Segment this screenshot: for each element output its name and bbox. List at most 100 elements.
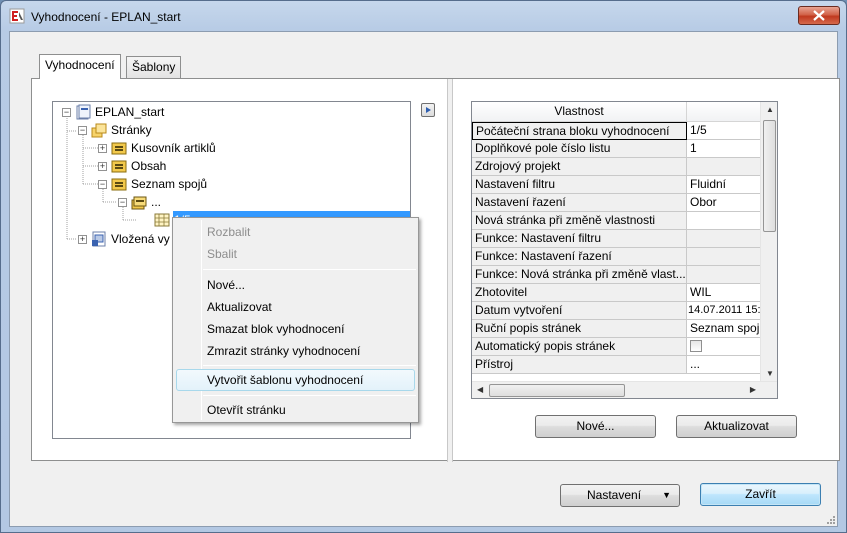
title-bar[interactable]: Vyhodnocení - EPLAN_start <box>1 1 846 31</box>
scroll-right-icon[interactable]: ▶ <box>750 385 756 394</box>
tree-node-project[interactable]: − EPLAN_start <box>62 103 164 121</box>
property-name[interactable]: Nová stránka při změně vlastnosti <box>472 212 687 230</box>
tab-sablony[interactable]: Šablony <box>126 56 182 78</box>
property-name[interactable]: Přístroj <box>472 356 687 374</box>
project-icon <box>76 104 91 120</box>
play-right-icon <box>426 107 431 113</box>
collapse-icon[interactable]: − <box>78 125 87 135</box>
tab-panel: − EPLAN_start − Stránky + Kusovník artik… <box>31 78 840 462</box>
property-name[interactable]: Nastavení filtru <box>472 176 687 194</box>
scroll-up-icon[interactable]: ▲ <box>766 105 774 114</box>
grid-horizontal-scrollbar[interactable]: ◀ ▶ <box>472 381 777 398</box>
tree-label-connections: Seznam spojů <box>131 177 208 191</box>
embedded-report-icon <box>92 231 106 247</box>
grid-row[interactable]: Funkce: Nastavení řazení <box>472 248 777 266</box>
grid-row[interactable]: Funkce: Nastavení filtru <box>472 230 777 248</box>
expand-icon[interactable]: + <box>98 143 107 153</box>
panel-splitter[interactable] <box>447 79 453 462</box>
grid-row[interactable]: Ruční popis stránek Seznam spojů <box>472 320 777 338</box>
property-name[interactable]: Počáteční strana bloku vyhodnocení <box>472 122 687 140</box>
property-name[interactable]: Zhotovitel <box>472 284 687 302</box>
expand-icon[interactable]: + <box>98 161 107 171</box>
grid-row[interactable]: Funkce: Nová stránka při změně vlast... <box>472 266 777 284</box>
tree-label-pages: Stránky <box>111 123 152 137</box>
folder-report-icon <box>111 160 127 173</box>
tree-node-pages[interactable]: − Stránky <box>78 121 152 139</box>
tab-vyhodnoceni[interactable]: Vyhodnocení <box>39 54 121 79</box>
grid-row[interactable]: Zdrojový projekt <box>472 158 777 176</box>
close-button[interactable]: Zavřít <box>700 483 821 506</box>
collapse-icon[interactable]: − <box>98 179 107 189</box>
tree-node-sub[interactable]: − ... <box>118 193 161 211</box>
property-name[interactable]: Zdrojový projekt <box>472 158 687 176</box>
tree-node-connections[interactable]: − Seznam spojů <box>98 175 207 193</box>
property-name[interactable]: Nastavení řazení <box>472 194 687 212</box>
auto-page-description-checkbox[interactable] <box>690 340 702 352</box>
menu-item-create-template[interactable]: Vytvořit šablonu vyhodnocení <box>207 370 363 390</box>
column-header-property[interactable]: Vlastnost <box>472 102 687 122</box>
dialog-window: Vyhodnocení - EPLAN_start Vyhodnocení Ša… <box>0 0 847 533</box>
expand-icon[interactable]: + <box>78 234 87 244</box>
grid-row[interactable]: Přístroj ... <box>472 356 777 374</box>
property-name[interactable]: Funkce: Nastavení řazení <box>472 248 687 266</box>
settings-label: Nastavení <box>587 488 642 502</box>
tree-label-project: EPLAN_start <box>95 105 165 119</box>
menu-item-collapse[interactable]: Sbalit <box>207 244 237 264</box>
menu-separator <box>203 395 416 396</box>
grid-row[interactable]: Doplňkové pole číslo listu 1 <box>472 140 777 158</box>
settings-dropdown-button[interactable]: Nastavení ▼ <box>560 484 680 507</box>
horizontal-scroll-thumb[interactable] <box>489 384 625 397</box>
menu-item-freeze-pages[interactable]: Zmrazit stránky vyhodnocení <box>207 341 360 361</box>
collapse-icon[interactable]: − <box>118 197 127 207</box>
pages-icon <box>91 123 107 138</box>
property-name[interactable]: Datum vytvoření <box>472 302 687 320</box>
property-name[interactable]: Ruční popis stránek <box>472 320 687 338</box>
grid-row[interactable]: Nastavení filtru Fluidní <box>472 176 777 194</box>
menu-item-update[interactable]: Aktualizovat <box>207 297 272 317</box>
property-name[interactable]: Funkce: Nastavení filtru <box>472 230 687 248</box>
window-title: Vyhodnocení - EPLAN_start <box>31 10 181 24</box>
menu-separator <box>203 365 416 366</box>
folder-report-icon <box>111 142 127 155</box>
transfer-arrow-button[interactable] <box>421 103 435 117</box>
tree-node-parts-list[interactable]: + Kusovník artiklů <box>98 139 216 157</box>
folder-report-icon <box>111 178 127 191</box>
resize-grip-icon[interactable] <box>825 514 835 524</box>
grid-row[interactable]: Zhotovitel WIL <box>472 284 777 302</box>
scroll-left-icon[interactable]: ◀ <box>477 385 483 394</box>
grid-row[interactable]: Datum vytvoření 14.07.2011 15:44:3 <box>472 302 777 320</box>
stack-icon <box>131 196 147 210</box>
new-button[interactable]: Nové... <box>535 415 656 438</box>
grid-vertical-scrollbar[interactable]: ▲ ▼ <box>760 102 777 381</box>
window-close-button[interactable] <box>798 6 840 25</box>
vertical-scroll-thumb[interactable] <box>763 120 776 232</box>
grid-row[interactable]: Automatický popis stránek <box>472 338 777 356</box>
grid-row[interactable]: Nastavení řazení Obor <box>472 194 777 212</box>
tree-node-contents[interactable]: + Obsah <box>98 157 166 175</box>
grid-row[interactable]: Počáteční strana bloku vyhodnocení 1/5 <box>472 122 777 140</box>
tree-label-parts-list: Kusovník artiklů <box>131 141 216 155</box>
collapse-icon[interactable]: − <box>62 107 71 117</box>
tree-label-sub: ... <box>151 195 162 209</box>
close-icon <box>813 10 825 21</box>
table-page-icon <box>154 213 170 227</box>
eplan-app-icon <box>9 8 25 24</box>
menu-item-delete-block[interactable]: Smazat blok vyhodnocení <box>207 319 344 339</box>
menu-item-open-page[interactable]: Otevřít stránku <box>207 400 286 420</box>
scroll-down-icon[interactable]: ▼ <box>766 369 774 378</box>
tree-node-embedded[interactable]: + Vložená vy <box>78 230 170 248</box>
property-name[interactable]: Funkce: Nová stránka při změně vlast... <box>472 266 687 284</box>
update-button[interactable]: Aktualizovat <box>676 415 797 438</box>
menu-separator <box>203 269 416 270</box>
property-name[interactable]: Automatický popis stránek <box>472 338 687 356</box>
dialog-client-area: Vyhodnocení Šablony − EPLAN_start − Strá… <box>9 31 840 527</box>
grid-row[interactable]: Nová stránka při změně vlastnosti <box>472 212 777 230</box>
dropdown-arrow-icon: ▼ <box>662 490 671 500</box>
menu-item-new[interactable]: Nové... <box>207 275 245 295</box>
menu-item-expand[interactable]: Rozbalit <box>207 222 250 242</box>
property-name[interactable]: Doplňkové pole číslo listu <box>472 140 687 158</box>
context-menu: Rozbalit Sbalit Nové... Aktualizovat Sma… <box>172 217 419 423</box>
grid-header: Vlastnost H <box>472 102 777 122</box>
tree-label-embedded: Vložená vy <box>111 232 170 246</box>
property-grid[interactable]: Vlastnost H Počáteční strana bloku vyhod… <box>471 101 778 399</box>
